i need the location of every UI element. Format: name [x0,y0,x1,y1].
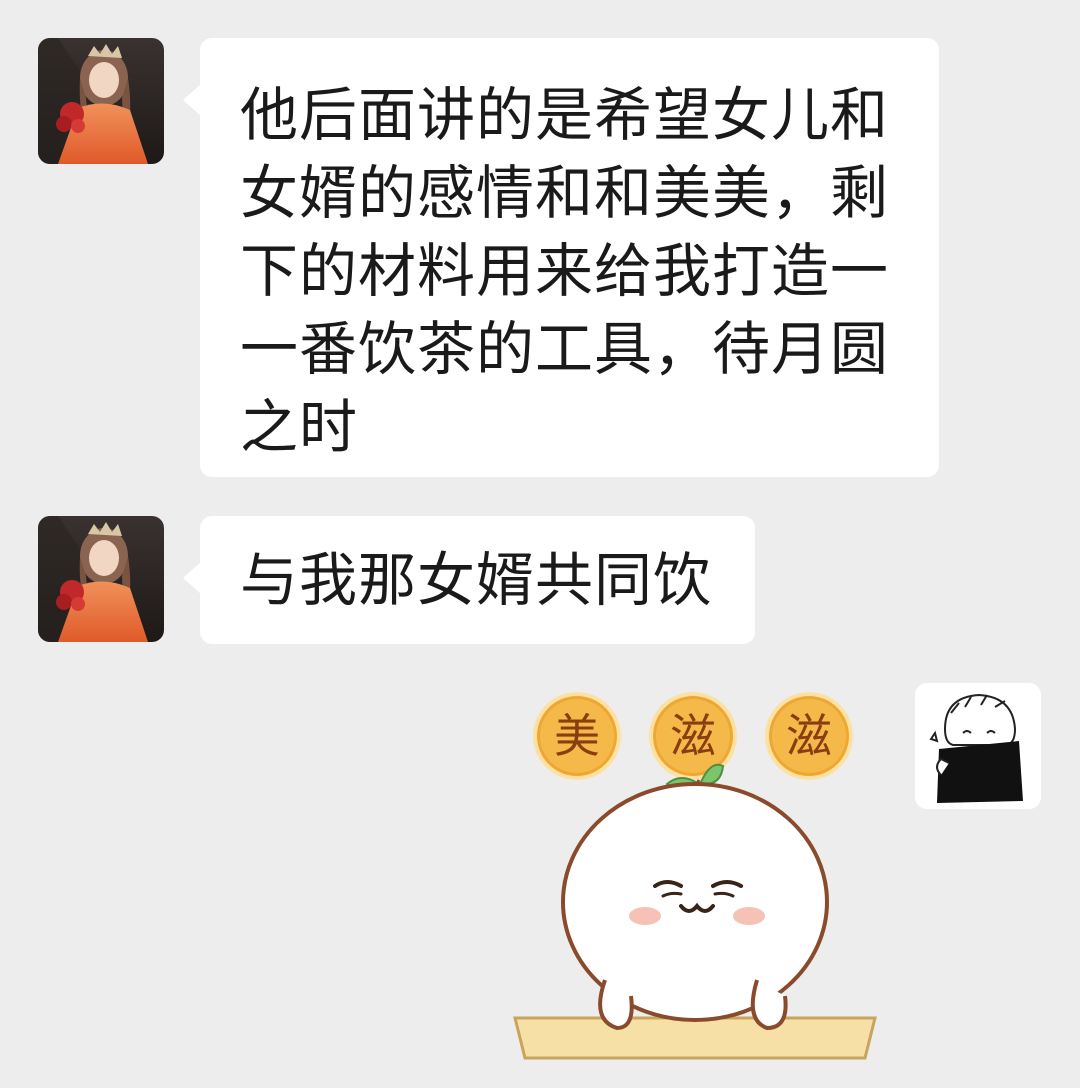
message-text: 与我那女婿共同饮 [240,546,713,614]
contact-avatar[interactable] [38,516,164,642]
message-text-line: 下的材料用来给我打造一 [240,237,890,305]
mascot-blush [629,907,661,925]
contact-avatar[interactable] [38,38,164,164]
mascot-blush [733,907,765,925]
message-bubble[interactable]: 他后面讲的是希望女儿和 女婿的感情和和美美，剩 下的材料用来给我打造一 一番饮茶… [183,38,939,477]
message-text-line: 一番饮茶的工具，待月圆 [240,315,890,383]
message-text-line: 女婿的感情和和美美，剩 [240,159,890,227]
mascot-sticker[interactable]: 美 滋 滋 [505,680,885,1070]
mascot-drawing [513,763,877,1060]
self-avatar[interactable] [915,683,1041,809]
message-text-line: 他后面讲的是希望女儿和 [240,81,890,149]
sprout-leaf [700,763,725,786]
message-text-line: 之时 [240,393,359,461]
table-shape [513,1016,877,1060]
message-bubble[interactable]: 与我那女婿共同饮 [183,516,755,644]
